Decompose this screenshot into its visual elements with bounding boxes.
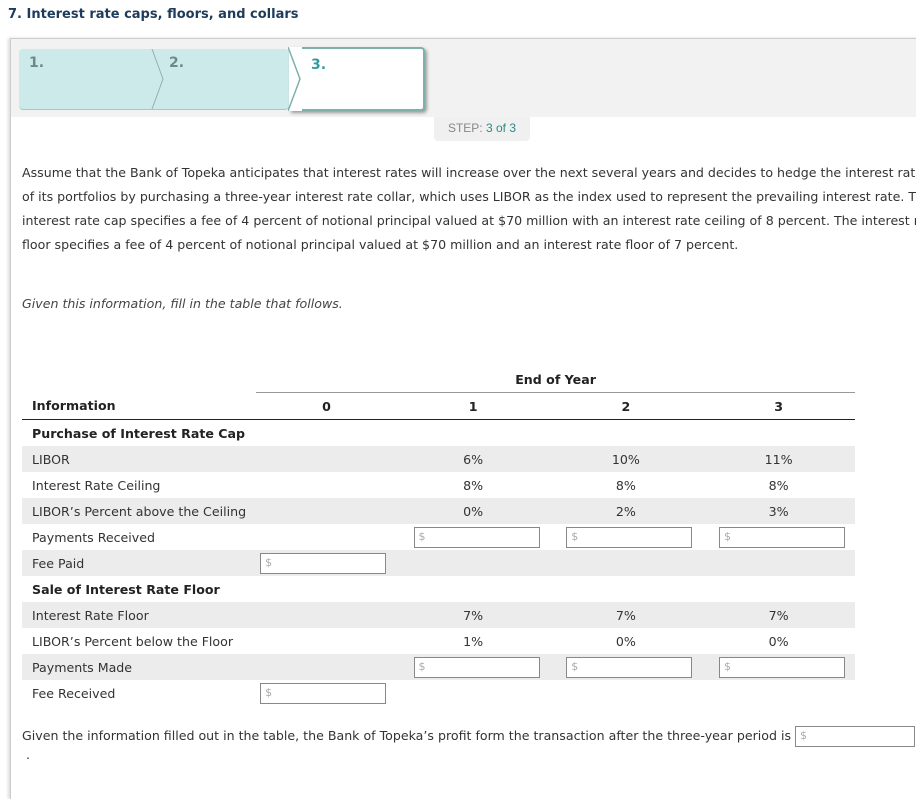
- payments-received-y1-input[interactable]: $: [413, 526, 540, 548]
- column-header: 0: [256, 392, 397, 420]
- step-3-tab[interactable]: 3.: [288, 47, 425, 111]
- table-row: Payments Made $ $ $: [22, 654, 855, 680]
- row-label: Interest Rate Floor: [22, 602, 257, 628]
- row-label: LIBOR: [22, 446, 257, 472]
- completed-steps: 1. 2.: [19, 49, 289, 110]
- step-3-label: 3.: [311, 57, 327, 73]
- row-label: Fee Received: [32, 685, 116, 701]
- profit-text: Given the information filled out in the …: [22, 728, 792, 743]
- table-row: Interest Rate Ceiling 8% 8% 8%: [22, 472, 855, 498]
- payments-made-y2-input[interactable]: $: [566, 656, 693, 678]
- table-row: LIBOR’s Percent above the Ceiling 0% 2% 3%: [22, 498, 855, 524]
- cell: 0%: [396, 498, 550, 524]
- cell: 6%: [396, 446, 550, 472]
- step-2-tab[interactable]: 2.: [169, 55, 184, 71]
- row-label: LIBOR’s Percent below the Floor: [32, 633, 234, 649]
- profit-question: Given the information filled out in the …: [22, 726, 916, 762]
- dollar-prefix: $: [265, 685, 273, 699]
- period: .: [26, 747, 31, 762]
- column-header: 1: [396, 392, 550, 420]
- cell: 1%: [463, 633, 484, 649]
- step-bar: 1. 2. 3.: [11, 39, 916, 117]
- cap-section-header: Purchase of Interest Rate Cap: [32, 425, 246, 441]
- cell: 0%: [768, 633, 789, 649]
- step-value: 3 of 3: [486, 121, 517, 135]
- collar-table: End of Year Information 0 1 2 3 Purchase…: [22, 366, 855, 706]
- payments-received-y3-input[interactable]: $: [719, 526, 845, 548]
- chevron-divider-icon: [288, 47, 302, 111]
- instruction-text: Given this information, fill in the tabl…: [22, 296, 343, 311]
- dollar-prefix: $: [724, 529, 731, 543]
- payments-made-y3-input[interactable]: $: [719, 656, 845, 678]
- table-row: Interest Rate Floor 7% 7% 7%: [22, 602, 855, 628]
- cell: 8%: [768, 477, 789, 493]
- table-row: Fee Received $: [22, 680, 855, 706]
- row-label: Payments Made: [22, 654, 257, 680]
- row-label: LIBOR’s Percent above the Ceiling: [22, 498, 257, 524]
- dollar-prefix: $: [571, 529, 579, 543]
- table-row: Payments Received $ $ $: [22, 524, 855, 550]
- dollar-prefix: $: [265, 555, 273, 569]
- cell: 3%: [702, 498, 855, 524]
- row-label: Interest Rate Ceiling: [32, 477, 161, 493]
- floor-section-header: Sale of Interest Rate Floor: [32, 581, 220, 597]
- dollar-prefix: $: [418, 529, 426, 543]
- chevron-divider-icon: [151, 49, 164, 109]
- profit-input[interactable]: $: [795, 726, 916, 747]
- cell: 7%: [549, 602, 703, 628]
- cell: 7%: [702, 602, 855, 628]
- question-title: 7. Interest rate caps, floors, and colla…: [8, 7, 299, 22]
- payments-received-y2-input[interactable]: $: [566, 526, 693, 548]
- column-header: 2: [549, 392, 703, 420]
- table-row: LIBOR’s Percent below the Floor 1% 0% 0%: [22, 628, 855, 654]
- table-row: Fee Paid $: [22, 550, 855, 576]
- payments-made-y1-input[interactable]: $: [413, 656, 540, 678]
- cell: 8%: [615, 477, 636, 493]
- step-indicator: STEP: 3 of 3: [434, 117, 530, 141]
- step-1-tab[interactable]: 1.: [29, 55, 44, 71]
- row-label: Payments Received: [32, 529, 155, 545]
- fee-paid-y0-input[interactable]: $: [260, 552, 387, 574]
- problem-text: Assume that the Bank of Topeka anticipat…: [22, 165, 916, 252]
- cell: 2%: [549, 498, 703, 524]
- cell: 0%: [615, 633, 636, 649]
- dollar-prefix: $: [571, 659, 579, 673]
- cell: 11%: [702, 446, 855, 472]
- column-header: Information: [22, 392, 257, 420]
- cell: 8%: [463, 477, 484, 493]
- cell: 10%: [549, 446, 703, 472]
- table-row: LIBOR 6% 10% 11%: [22, 446, 855, 472]
- row-label: Fee Paid: [22, 550, 257, 576]
- cell: 7%: [396, 602, 550, 628]
- fee-received-y0-input[interactable]: $: [260, 682, 387, 704]
- dollar-prefix: $: [418, 659, 426, 673]
- column-header: 3: [702, 392, 855, 420]
- step-label: STEP:: [447, 121, 483, 135]
- end-of-year-header: End of Year: [256, 366, 855, 393]
- dollar-prefix: $: [724, 659, 731, 673]
- dollar-prefix: $: [800, 729, 808, 742]
